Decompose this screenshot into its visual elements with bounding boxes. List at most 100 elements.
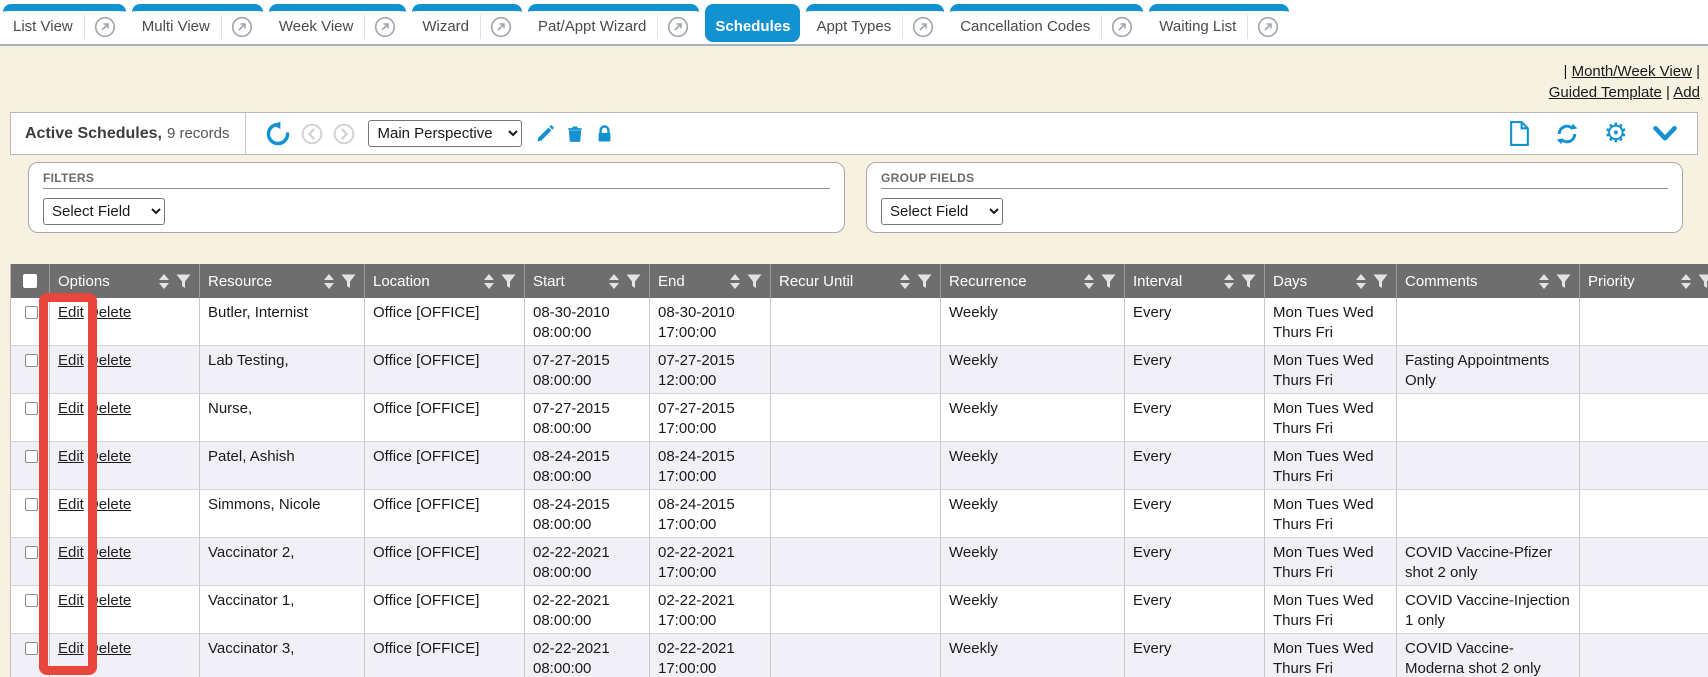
row-checkbox[interactable] xyxy=(25,642,38,655)
chevron-down-icon[interactable] xyxy=(1652,125,1678,142)
delete-link[interactable]: Delete xyxy=(88,400,131,417)
row-checkbox-cell xyxy=(11,490,49,537)
filter-icon-wrap[interactable] xyxy=(1101,274,1116,289)
filter-funnel-icon[interactable] xyxy=(917,274,932,289)
column-header-options[interactable]: Options xyxy=(49,264,199,298)
guided-template-link[interactable]: Guided Template xyxy=(1549,84,1662,101)
prev-perspective-icon[interactable] xyxy=(301,123,323,145)
delete-link[interactable]: Delete xyxy=(88,448,131,465)
tab-pat-appt-wizard[interactable]: Pat/Appt Wizard xyxy=(528,4,699,42)
column-header-priority[interactable]: Priority xyxy=(1579,264,1708,298)
column-header-recurrence[interactable]: Recurrence xyxy=(940,264,1124,298)
row-checkbox[interactable] xyxy=(25,498,38,511)
edit-link[interactable]: Edit xyxy=(58,544,84,561)
sort-icon[interactable] xyxy=(1356,274,1366,289)
filter-funnel-icon[interactable] xyxy=(747,274,762,289)
gear-icon[interactable]: ⚙ xyxy=(1604,120,1628,147)
sort-icon[interactable] xyxy=(900,274,910,289)
month-week-view-link[interactable]: Month/Week View xyxy=(1572,63,1692,80)
filter-icon-wrap[interactable] xyxy=(626,274,641,289)
sort-icon[interactable] xyxy=(1084,274,1094,289)
delete-link[interactable]: Delete xyxy=(88,352,131,369)
group-fields-select-field[interactable]: Select Field xyxy=(881,198,1003,225)
delete-link[interactable]: Delete xyxy=(88,544,131,561)
filter-funnel-icon[interactable] xyxy=(1698,274,1708,289)
column-header-comments[interactable]: Comments xyxy=(1396,264,1579,298)
next-perspective-icon[interactable] xyxy=(333,123,355,145)
tab-divider xyxy=(657,15,658,39)
delete-link[interactable]: Delete xyxy=(88,496,131,513)
tab-multi-view[interactable]: Multi View xyxy=(132,4,263,42)
filter-icon-wrap[interactable] xyxy=(1373,274,1388,289)
edit-link[interactable]: Edit xyxy=(58,640,84,657)
row-checkbox[interactable] xyxy=(25,546,38,559)
edit-link[interactable]: Edit xyxy=(58,448,84,465)
filter-icon-wrap[interactable] xyxy=(176,274,191,289)
sort-icon[interactable] xyxy=(159,274,169,289)
filter-icon-wrap[interactable] xyxy=(1698,274,1708,289)
edit-perspective-pencil-icon[interactable] xyxy=(535,124,555,144)
tab-wizard[interactable]: Wizard xyxy=(412,4,522,42)
edit-link[interactable]: Edit xyxy=(58,304,84,321)
delete-link[interactable]: Delete xyxy=(88,304,131,321)
filter-funnel-icon[interactable] xyxy=(1101,274,1116,289)
tab-week-view[interactable]: Week View xyxy=(269,4,406,42)
column-header-location[interactable]: Location xyxy=(364,264,524,298)
edit-link[interactable]: Edit xyxy=(58,352,84,369)
filter-funnel-icon[interactable] xyxy=(626,274,641,289)
sort-icon[interactable] xyxy=(484,274,494,289)
filter-icon-wrap[interactable] xyxy=(341,274,356,289)
sort-icon[interactable] xyxy=(1681,274,1691,289)
column-header-end[interactable]: End xyxy=(649,264,770,298)
sort-icon[interactable] xyxy=(324,274,334,289)
edit-link[interactable]: Edit xyxy=(58,592,84,609)
row-checkbox[interactable] xyxy=(25,354,38,367)
filter-funnel-icon[interactable] xyxy=(501,274,516,289)
filter-icon-wrap[interactable] xyxy=(1241,274,1256,289)
tab-waiting-list[interactable]: Waiting List xyxy=(1149,4,1289,42)
lock-perspective-icon[interactable] xyxy=(595,123,614,145)
sort-icon[interactable] xyxy=(1539,274,1549,289)
filter-icon-wrap[interactable] xyxy=(501,274,516,289)
select-all-checkbox[interactable] xyxy=(23,274,37,288)
cell-options: EditDelete xyxy=(49,538,199,585)
row-checkbox[interactable] xyxy=(25,450,38,463)
tab-appt-types[interactable]: Appt Types xyxy=(806,4,944,42)
filter-funnel-icon[interactable] xyxy=(1373,274,1388,289)
delete-link[interactable]: Delete xyxy=(88,640,131,657)
filter-funnel-icon[interactable] xyxy=(176,274,191,289)
add-link[interactable]: Add xyxy=(1673,84,1700,101)
cell-days: Mon Tues Wed Thurs Fri xyxy=(1264,586,1396,633)
row-checkbox-cell xyxy=(11,346,49,393)
edit-link[interactable]: Edit xyxy=(58,400,84,417)
refresh-icon[interactable] xyxy=(1554,122,1580,146)
row-checkbox[interactable] xyxy=(25,306,38,319)
row-checkbox[interactable] xyxy=(25,594,38,607)
undo-icon[interactable] xyxy=(265,121,291,147)
tab-list-view[interactable]: List View xyxy=(3,4,126,42)
filter-funnel-icon[interactable] xyxy=(1241,274,1256,289)
tab-schedules[interactable]: Schedules xyxy=(705,4,800,42)
sort-icon[interactable] xyxy=(609,274,619,289)
delete-perspective-trash-icon[interactable] xyxy=(565,123,585,145)
column-header-recur-until[interactable]: Recur Until xyxy=(770,264,940,298)
filter-icon-wrap[interactable] xyxy=(917,274,932,289)
table-row: EditDeletePatel, AshishOffice [OFFICE]08… xyxy=(11,442,1708,490)
column-header-days[interactable]: Days xyxy=(1264,264,1396,298)
column-header-resource[interactable]: Resource xyxy=(199,264,364,298)
filter-funnel-icon[interactable] xyxy=(1556,274,1571,289)
filters-select-field[interactable]: Select Field xyxy=(43,198,165,225)
perspective-select[interactable]: Main Perspective xyxy=(368,120,522,147)
delete-link[interactable]: Delete xyxy=(88,592,131,609)
sort-icon[interactable] xyxy=(730,274,740,289)
column-header-start[interactable]: Start xyxy=(524,264,649,298)
edit-link[interactable]: Edit xyxy=(58,496,84,513)
filter-icon-wrap[interactable] xyxy=(1556,274,1571,289)
new-document-icon[interactable] xyxy=(1509,121,1530,146)
filter-funnel-icon[interactable] xyxy=(341,274,356,289)
row-checkbox[interactable] xyxy=(25,402,38,415)
filter-icon-wrap[interactable] xyxy=(747,274,762,289)
column-header-interval[interactable]: Interval xyxy=(1124,264,1264,298)
sort-icon[interactable] xyxy=(1224,274,1234,289)
tab-cancellation-codes[interactable]: Cancellation Codes xyxy=(950,4,1143,42)
